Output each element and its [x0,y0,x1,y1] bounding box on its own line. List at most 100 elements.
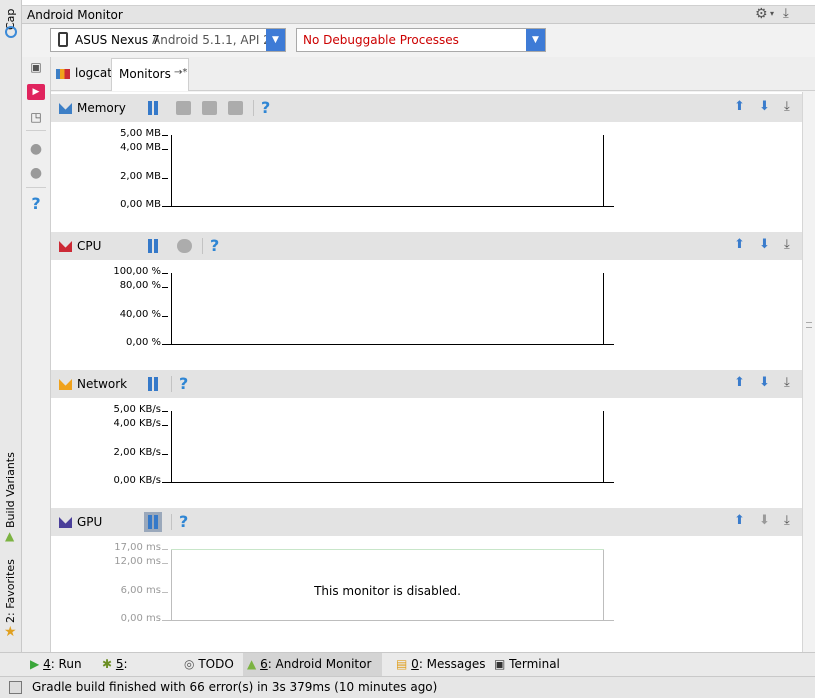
terminate-icon[interactable]: ● [27,141,45,157]
system-info-icon[interactable]: ◳ [27,109,45,125]
y-axis [171,273,172,344]
y-tick [162,315,168,317]
y-tick [162,287,168,289]
device-dropdown[interactable]: ASUS Nexus 7 Android 5.1.1, API 22 ▼ [50,28,286,52]
process-name: No Debuggable Processes [303,33,459,47]
y-tick [162,563,168,565]
messages-icon: ▤ [396,657,408,671]
run-icon: ▶ [30,657,40,671]
move-down-icon[interactable]: ⬇ [759,376,770,390]
move-up-icon[interactable]: ⬆ [734,514,745,528]
dump-java-heap-icon[interactable] [176,101,191,115]
tab-debug[interactable]: ✱ 5: Debug [98,653,170,693]
memory-monitor-title: Memory [77,101,126,115]
y-tick-label: 5,00 KB/s [113,404,161,415]
star-icon: ★ [4,624,17,640]
header-divider [171,376,172,392]
run-label: : Run [50,657,82,671]
camera-icon[interactable]: ▣ [27,59,45,75]
build-variants-tab[interactable]: Build Variants [4,452,17,528]
toggle-tool-windows-icon[interactable] [9,681,22,694]
tab-terminal[interactable]: ▣ Terminal [490,653,570,676]
cpu-monitor-title: CPU [77,239,102,253]
device-phone-icon [58,32,68,47]
help-icon[interactable]: ? [179,512,188,531]
monitor-disabled-message: This monitor is disabled. [314,584,461,598]
device-dropdown-arrow-icon[interactable]: ▼ [266,29,285,51]
tab-android-monitor[interactable]: ▲ 6: Android Monitor [243,653,382,676]
y-tick-label: 4,00 KB/s [113,418,161,430]
pause-icon[interactable] [147,101,159,115]
tab-monitors[interactable]: Monitors →* [111,58,189,91]
y-tick [162,425,168,427]
cpu-monitor-icon [59,241,72,252]
y-tick-label: 100,00 % [113,266,161,277]
header-divider [253,100,254,116]
pause-icon[interactable] [147,239,159,253]
process-dropdown-arrow-icon[interactable]: ▼ [526,29,545,51]
help-icon[interactable]: ? [261,98,270,117]
move-up-icon[interactable]: ⬆ [734,238,745,252]
device-name: ASUS Nexus 7 [75,33,160,47]
y-tick-label: 2,00 MB [120,170,161,182]
y-tick [162,135,168,136]
screen-record-icon[interactable]: ▶ [27,84,45,100]
gc-icon[interactable]: ● [27,165,45,181]
header-divider [171,514,172,530]
gpu-monitor-title: GPU [77,515,103,529]
x-axis [162,344,614,345]
tab-run[interactable]: ▶ 4: Run [26,653,90,676]
gear-dropdown-icon[interactable]: ▾ [770,9,774,18]
run-key: 4 [43,657,51,671]
messages-key: 0 [411,657,419,671]
favorites-tab[interactable]: 2: Favorites [4,559,17,623]
debug-icon: ✱ [102,657,113,671]
move-down-icon[interactable]: ⬇ [759,100,770,114]
debug-key: 5 [115,657,124,671]
move-up-icon[interactable]: ⬆ [734,376,745,390]
time-cursor-line [603,135,604,206]
y-tick-label: 6,00 ms [120,584,161,596]
tab-todo[interactable]: ◎ TODO [180,653,240,676]
status-bar: Gradle build finished with 66 error(s) i… [0,676,815,698]
scrollbar[interactable] [802,92,815,652]
y-tick-label: 40,00 % [119,308,161,320]
gc-icon[interactable] [228,101,243,115]
y-tick [162,149,168,151]
process-dropdown[interactable]: No Debuggable Processes ▼ [296,28,546,52]
todo-icon: ◎ [184,657,195,671]
hide-panel-icon[interactable]: ⤓ [783,6,789,21]
restore-icon[interactable]: ⤓ [784,100,790,114]
panel-title-bar: Android Monitor ⚙ ▾ ⤓ [22,6,815,24]
network-monitor-icon [59,379,72,390]
monitor-toolbar: ▣ ▶ ◳ ● ● ? [22,57,51,652]
move-down-icon[interactable]: ⬇ [759,238,770,252]
pause-icon[interactable] [144,512,162,532]
memory-monitor-icon [59,103,72,114]
move-down-icon[interactable]: ⬇ [759,514,770,528]
restore-icon[interactable]: ⤓ [784,514,790,528]
pause-icon[interactable] [147,377,159,391]
pin-tab-icon[interactable]: →* [174,57,187,88]
x-axis [162,482,614,483]
time-cursor-line [603,411,604,482]
tab-monitors-label: Monitors [119,67,171,81]
help-icon[interactable]: ? [210,236,219,255]
gpu-threshold-line [171,549,604,550]
tab-messages[interactable]: ▤ 0: Messages [392,653,492,676]
help-icon[interactable]: ? [27,196,45,212]
restore-icon[interactable]: ⤓ [784,376,790,390]
header-divider [202,238,203,254]
device-selector-row: ASUS Nexus 7 Android 5.1.1, API 22 ▼ No … [22,25,815,57]
y-tick-label: 17,00 ms [114,542,161,553]
y-tick [162,177,168,179]
method-trace-icon[interactable] [177,239,192,253]
tab-logcat[interactable]: logcat [51,58,112,91]
terminal-icon: ▣ [494,657,506,671]
restore-icon[interactable]: ⤓ [784,238,790,252]
gear-icon[interactable]: ⚙ [755,6,768,22]
android-icon: ▲ [247,657,257,671]
help-icon[interactable]: ? [179,374,188,393]
allocation-tracker-icon[interactable] [202,101,217,115]
move-up-icon[interactable]: ⬆ [734,100,745,114]
